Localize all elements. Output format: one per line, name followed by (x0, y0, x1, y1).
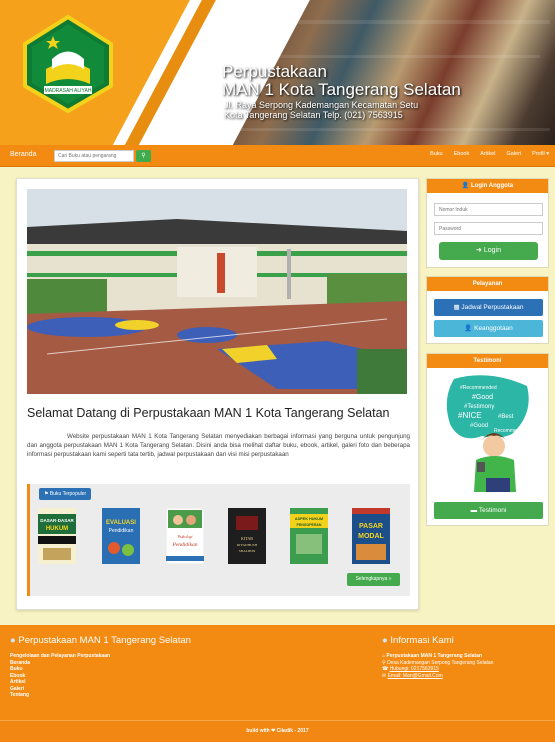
svg-text:EVALUASI: EVALUASI (106, 520, 136, 526)
main-content-panel: Selamat Datang di Perpustakaan MAN 1 Kot… (16, 178, 419, 610)
popular-books-tag: ⚑ Buku Terpopuler (39, 488, 92, 500)
search-button[interactable]: ⚲ (136, 150, 151, 162)
welcome-paragraph: Website perpustakaan MAN 1 Kota Tangeran… (27, 433, 410, 459)
login-button[interactable]: ➜ Login (439, 242, 538, 260)
svg-text:RIYADHUSH: RIYADHUSH (237, 543, 258, 547)
svg-text:MADRASAH ALIYAH: MADRASAH ALIYAH (45, 88, 92, 94)
svg-text:HUKUM: HUKUM (46, 526, 68, 532)
madrasah-logo[interactable]: MADRASAH ALIYAH (18, 14, 118, 114)
login-title: Login Anggota (471, 183, 514, 189)
nav-link-artikel[interactable]: Artikel (480, 151, 495, 157)
testimonial-panel: Testimoni #Recommended #Good #Testimony … (426, 353, 549, 526)
search-input[interactable] (54, 150, 134, 162)
svg-text:#NICE: #NICE (458, 411, 482, 420)
testimonial-illustration: #Recommended #Good #Testimony #NICE #Bes… (446, 375, 529, 492)
book-cover-2[interactable]: EVALUASI Pendidikan (102, 508, 140, 564)
address-line2: Kota Tangerang Selatan Telp. (021) 75639… (224, 110, 403, 120)
svg-text:Pendidikan: Pendidikan (109, 528, 134, 534)
footer-info-list: ⌂ Perpustakaan MAN 1 Tangerang Selatan ⚲… (382, 653, 493, 679)
schedule-button[interactable]: ▦ Jadwal Perpustakaan (434, 299, 543, 316)
book-cover-1[interactable]: DASAR-DASAR HUKUM (38, 508, 76, 564)
footer-link-pengelolaan[interactable]: Pengelolaan dan Pelayanan Perpustakaan (10, 653, 110, 660)
copyright-text: build with ❤ Ciladik - 2017 (246, 728, 309, 734)
svg-text:#Best: #Best (498, 414, 514, 420)
site-title-line2: MAN 1 Kota Tangerang Selatan (222, 80, 461, 99)
top-navbar: Beranda ⚲ Buku Ebook Artikel Galeri Prof… (0, 145, 555, 167)
login-button-label: Login (483, 247, 501, 254)
svg-text:#Good: #Good (472, 394, 493, 401)
svg-text:DASAR-DASAR: DASAR-DASAR (40, 518, 74, 523)
popular-books-label: Buku Terpopuler (49, 491, 87, 497)
testimonial-button[interactable]: ▬ Testimoni (434, 502, 543, 519)
footer-link-tentang[interactable]: Tentang (10, 692, 110, 699)
book-cover-6[interactable]: PASAR MODAL (352, 508, 390, 564)
svg-text:PENGOPERAN: PENGOPERAN (297, 523, 322, 527)
login-panel-header: 👤 Login Anggota (427, 179, 548, 193)
svg-text:ASPEK HUKUM: ASPEK HUKUM (295, 517, 323, 521)
nav-link-ebook[interactable]: Ebook (454, 151, 470, 157)
membership-label: Keanggotaan (474, 325, 513, 332)
book-cover-5[interactable]: ASPEK HUKUM PENGOPERAN (290, 508, 328, 564)
svg-text:KITAB: KITAB (241, 536, 253, 541)
site-header: MADRASAH ALIYAH Perpustakaan MAN 1 Kota … (0, 0, 555, 145)
user-icon: 👤 (461, 183, 472, 189)
membership-button[interactable]: 👤 Keanggotaan (434, 320, 543, 337)
svg-text:SHALIHIN: SHALIHIN (239, 549, 256, 553)
svg-text:#Testimony: #Testimony (464, 404, 494, 410)
more-books-button[interactable]: Selengkapnya » (347, 573, 400, 586)
nav-link-buku[interactable]: Buku (430, 151, 443, 157)
login-icon: ➜ (476, 247, 484, 254)
login-panel: 👤 Login Anggota ➜ Login (426, 178, 549, 268)
testimonial-panel-header: Testimoni (427, 354, 548, 368)
footer-links: Pengelolaan dan Pelayanan Perpustakaan B… (10, 653, 110, 699)
nav-home-link[interactable]: Beranda (10, 151, 36, 158)
schedule-label: Jadwal Perpustakaan (461, 304, 524, 311)
member-id-field[interactable] (434, 203, 543, 216)
search-icon: ⚲ (141, 153, 146, 159)
nav-links: Buku Ebook Artikel Galeri Profil ▾ (430, 151, 549, 157)
school-courtyard-photo (27, 189, 407, 394)
svg-text:Psikologi: Psikologi (176, 534, 192, 539)
services-panel: Pelayanan ▦ Jadwal Perpustakaan 👤 Keangg… (426, 276, 549, 344)
services-panel-header: Pelayanan (427, 277, 548, 291)
svg-text:Pendidikan: Pendidikan (171, 542, 197, 548)
address-line1: Jl. Raya Serpong Kademangan Kecamatan Se… (224, 100, 419, 110)
phone-icon: ☎ (382, 666, 390, 672)
svg-text:PASAR: PASAR (359, 523, 383, 530)
svg-text:#Recommended: #Recommended (460, 385, 497, 391)
book-cover-4[interactable]: KITAB RIYADHUSH SHALIHIN (228, 508, 266, 564)
comment-icon: ▬ (470, 507, 479, 514)
footer-info-email[interactable]: ✉ Email: Man@Gmail.Com (382, 673, 493, 680)
svg-text:MODAL: MODAL (358, 533, 384, 540)
book-cover-3[interactable]: Psikologi Pendidikan (166, 508, 204, 564)
site-title-line1: Perpustakaan (222, 62, 327, 81)
nav-link-profil[interactable]: Profil ▾ (532, 151, 549, 157)
footer-left-title: ● Perpustakaan MAN 1 Tangerang Selatan (10, 635, 191, 646)
svg-text:#Good: #Good (470, 423, 488, 429)
footer-right-title: ● Informasi Kami (382, 635, 454, 646)
svg-text:Recommended: Recommended (494, 428, 528, 434)
welcome-heading: Selamat Datang di Perpustakaan MAN 1 Kot… (27, 406, 390, 420)
testimonial-button-label: Testimoni (478, 507, 507, 514)
nav-link-galeri[interactable]: Galeri (507, 151, 522, 157)
popular-books-section: ⚑ Buku Terpopuler DASAR-DASAR HUKUM EVAL… (27, 484, 410, 596)
member-icon: 👤 (464, 325, 475, 332)
password-field[interactable] (434, 222, 543, 235)
